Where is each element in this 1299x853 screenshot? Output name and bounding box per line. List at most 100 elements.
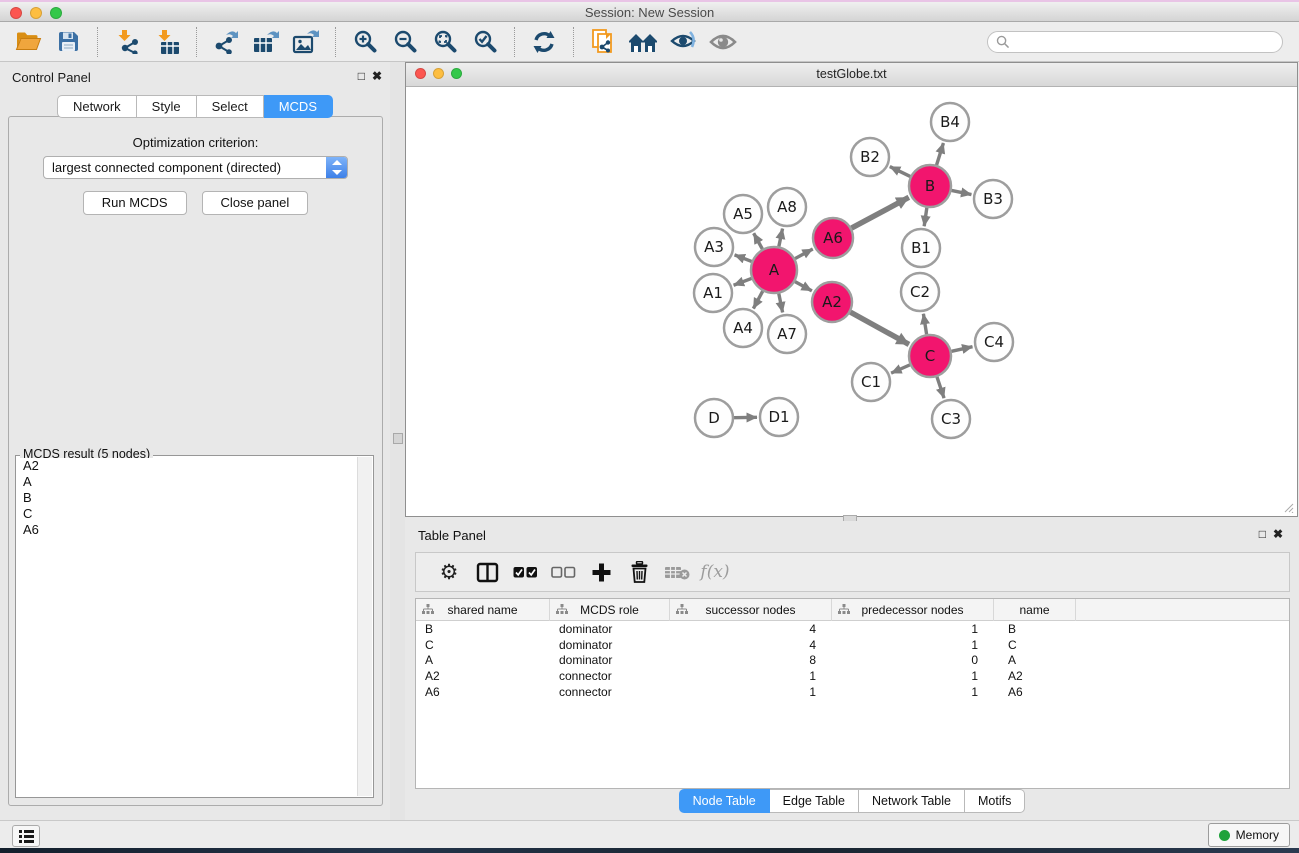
network-canvas[interactable]: B4B2BB3A8A5A6A3B1AC2A1A2A4A7C4CC1DD1C3 bbox=[408, 88, 1295, 514]
tab-network[interactable]: Network bbox=[57, 95, 137, 118]
cell-predecessor-nodes[interactable]: 1 bbox=[832, 669, 994, 683]
unchecked-pair-button[interactable] bbox=[544, 557, 582, 587]
graph-node-A7[interactable]: A7 bbox=[768, 315, 806, 353]
export-table-button[interactable] bbox=[246, 26, 286, 58]
graph-edge-A-A1[interactable] bbox=[734, 278, 752, 285]
table-row[interactable]: A6connector11A6 bbox=[416, 684, 1289, 700]
result-list-scrollbar[interactable] bbox=[357, 457, 372, 796]
graph-edge-A-A6[interactable] bbox=[795, 249, 813, 259]
cell-MCDS-role[interactable]: dominator bbox=[550, 638, 670, 652]
resize-grip-icon[interactable] bbox=[1281, 500, 1294, 513]
graph-node-A2[interactable]: A2 bbox=[812, 282, 852, 322]
tab-select[interactable]: Select bbox=[197, 95, 264, 118]
graph-node-C[interactable]: C bbox=[909, 335, 951, 377]
graph-edge-C-C3[interactable] bbox=[937, 377, 944, 398]
cell-shared-name[interactable]: A2 bbox=[416, 669, 550, 683]
zoom-out-button[interactable] bbox=[385, 26, 425, 58]
graph-node-B1[interactable]: B1 bbox=[902, 229, 940, 267]
graph-edge-C-C4[interactable] bbox=[951, 347, 972, 352]
cell-name[interactable]: B bbox=[994, 622, 1076, 636]
tab-style[interactable]: Style bbox=[137, 95, 197, 118]
network-window-titlebar[interactable]: testGlobe.txt bbox=[406, 63, 1297, 87]
mcds-result-item[interactable]: A6 bbox=[18, 522, 357, 538]
export-network-button[interactable] bbox=[206, 26, 246, 58]
cell-predecessor-nodes[interactable]: 1 bbox=[832, 685, 994, 699]
graph-node-D[interactable]: D bbox=[695, 399, 733, 437]
graph-edge-A-A4[interactable] bbox=[753, 291, 762, 308]
save-button[interactable] bbox=[48, 26, 88, 58]
cell-predecessor-nodes[interactable]: 1 bbox=[832, 622, 994, 636]
import-table-button[interactable] bbox=[147, 26, 187, 58]
open-folder-button[interactable] bbox=[8, 26, 48, 58]
graph-edge-B-B1[interactable] bbox=[924, 208, 927, 226]
zoom-in-button[interactable] bbox=[345, 26, 385, 58]
mcds-result-item[interactable]: A2 bbox=[18, 458, 357, 474]
cell-shared-name[interactable]: C bbox=[416, 638, 550, 652]
refresh-button[interactable] bbox=[524, 26, 564, 58]
cell-name[interactable]: A bbox=[994, 653, 1076, 667]
dropdown-stepper-icon[interactable] bbox=[326, 157, 347, 178]
zoom-fit-button[interactable] bbox=[425, 26, 465, 58]
column-header-predecessor-nodes[interactable]: predecessor nodes bbox=[832, 599, 994, 621]
mcds-result-item[interactable]: C bbox=[18, 506, 357, 522]
table-row[interactable]: Cdominator41C bbox=[416, 637, 1289, 653]
graph-edge-B-B3[interactable] bbox=[952, 190, 972, 194]
run-mcds-button[interactable]: Run MCDS bbox=[83, 191, 187, 215]
graph-edge-C-C1[interactable] bbox=[891, 365, 910, 373]
close-table-panel-icon[interactable]: ✖ bbox=[1273, 527, 1283, 541]
gear-button[interactable]: ⚙ bbox=[430, 557, 468, 587]
graph-edge-A-A5[interactable] bbox=[754, 233, 763, 249]
trash-button[interactable] bbox=[620, 557, 658, 587]
cell-shared-name[interactable]: B bbox=[416, 622, 550, 636]
cell-predecessor-nodes[interactable]: 0 bbox=[832, 653, 994, 667]
cell-predecessor-nodes[interactable]: 1 bbox=[832, 638, 994, 652]
graph-node-B2[interactable]: B2 bbox=[851, 138, 889, 176]
graph-node-A5[interactable]: A5 bbox=[724, 195, 762, 233]
add-button[interactable] bbox=[582, 557, 620, 587]
float-panel-icon[interactable]: □ bbox=[358, 69, 365, 83]
column-header-name[interactable]: name bbox=[994, 599, 1076, 621]
cell-successor-nodes[interactable]: 8 bbox=[670, 653, 832, 667]
graph-edge-A-A2[interactable] bbox=[795, 282, 812, 291]
close-panel-icon[interactable]: ✖ bbox=[372, 69, 382, 83]
tab-motifs[interactable]: Motifs bbox=[965, 789, 1025, 813]
table-row[interactable]: Bdominator41B bbox=[416, 621, 1289, 637]
cell-MCDS-role[interactable]: dominator bbox=[550, 653, 670, 667]
memory-button[interactable]: Memory bbox=[1208, 823, 1290, 847]
graph-node-B3[interactable]: B3 bbox=[974, 180, 1012, 218]
graph-node-D1[interactable]: D1 bbox=[760, 398, 798, 436]
columns-button[interactable] bbox=[468, 557, 506, 587]
cell-MCDS-role[interactable]: dominator bbox=[550, 622, 670, 636]
export-image-button[interactable] bbox=[286, 26, 326, 58]
graph-node-C4[interactable]: C4 bbox=[975, 323, 1013, 361]
graph-node-A1[interactable]: A1 bbox=[694, 274, 732, 312]
graph-node-A8[interactable]: A8 bbox=[768, 188, 806, 226]
cell-MCDS-role[interactable]: connector bbox=[550, 685, 670, 699]
cell-successor-nodes[interactable]: 4 bbox=[670, 622, 832, 636]
search-input[interactable] bbox=[1014, 34, 1274, 50]
cell-name[interactable]: A2 bbox=[994, 669, 1076, 683]
cell-name[interactable]: A6 bbox=[994, 685, 1076, 699]
vertical-splitter-handle[interactable] bbox=[393, 433, 403, 444]
cell-name[interactable]: C bbox=[994, 638, 1076, 652]
cell-successor-nodes[interactable]: 4 bbox=[670, 638, 832, 652]
cell-shared-name[interactable]: A6 bbox=[416, 685, 550, 699]
task-history-button[interactable] bbox=[12, 825, 40, 847]
show-eye-button[interactable] bbox=[703, 26, 743, 58]
mcds-result-item[interactable]: B bbox=[18, 490, 357, 506]
table-body[interactable]: Bdominator41BCdominator41CAdominator80AA… bbox=[416, 621, 1289, 700]
graph-node-B4[interactable]: B4 bbox=[931, 103, 969, 141]
graph-node-A[interactable]: A bbox=[751, 247, 797, 293]
cell-successor-nodes[interactable]: 1 bbox=[670, 669, 832, 683]
table-row[interactable]: A2connector11A2 bbox=[416, 668, 1289, 684]
column-header-successor-nodes[interactable]: successor nodes bbox=[670, 599, 832, 621]
doc-network-button[interactable] bbox=[583, 26, 623, 58]
tab-edge-table[interactable]: Edge Table bbox=[770, 789, 859, 813]
search-box[interactable] bbox=[987, 31, 1283, 53]
tab-network-table[interactable]: Network Table bbox=[859, 789, 965, 813]
graph-node-B[interactable]: B bbox=[909, 165, 951, 207]
network-graph[interactable]: B4B2BB3A8A5A6A3B1AC2A1A2A4A7C4CC1DD1C3 bbox=[408, 88, 1294, 514]
graph-node-A3[interactable]: A3 bbox=[695, 228, 733, 266]
vertical-splitter[interactable] bbox=[390, 62, 405, 820]
graph-node-A6[interactable]: A6 bbox=[813, 218, 853, 258]
